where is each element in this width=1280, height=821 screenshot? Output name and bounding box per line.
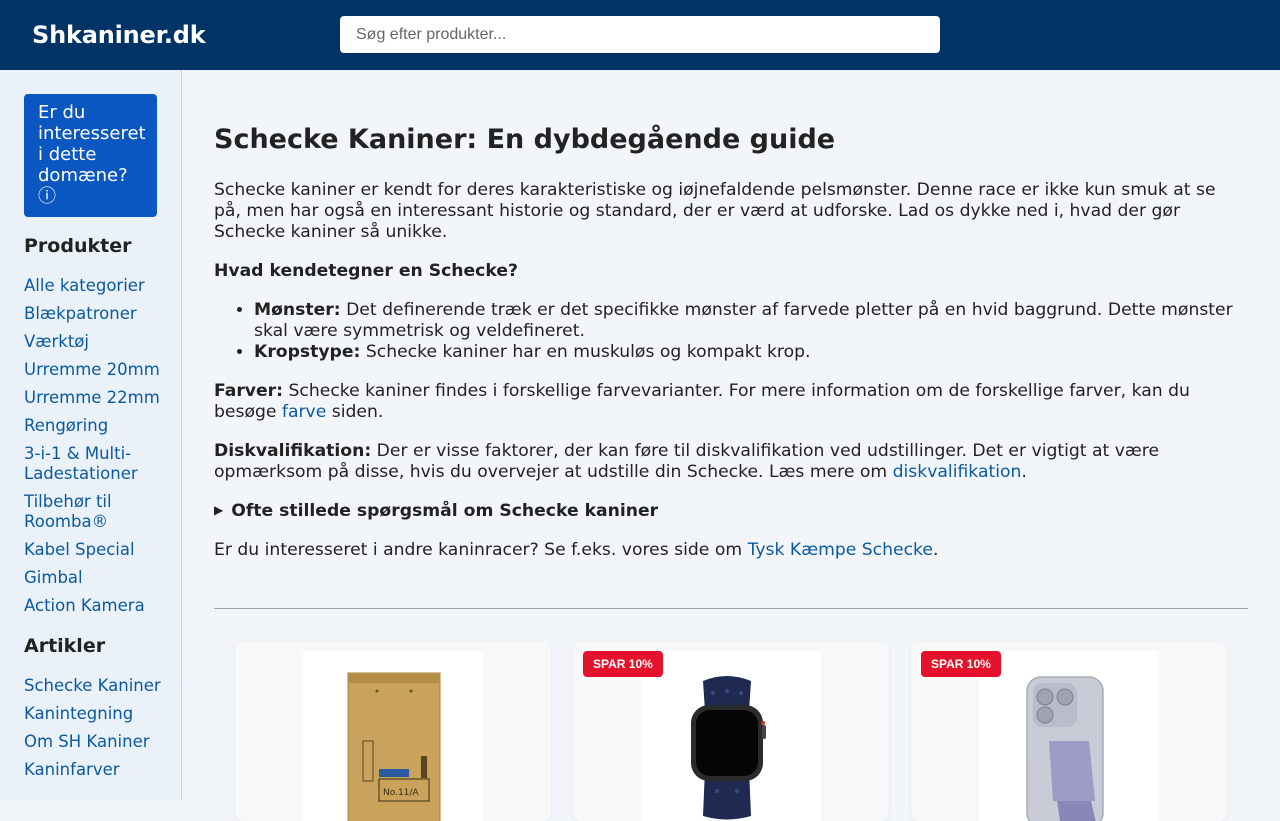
list-item: Mønster: Det definerende træk er det spe… (254, 300, 1244, 342)
farver-after: siden. (326, 402, 384, 422)
disk-label: Diskvalifikation: (214, 441, 372, 461)
bullet-label: Kropstype: (254, 342, 361, 362)
other-after: . (932, 540, 939, 560)
sidebar: Er du interesseret i dette domæne? ⓘ Pro… (0, 70, 182, 800)
articles-list: Schecke Kaniner Kanintegning Om SH Kanin… (24, 676, 164, 788)
discount-badge: SPAR 10% (921, 651, 1001, 677)
sidebar-item-urremme-20mm[interactable]: Urremme 20mm (24, 360, 164, 380)
sidebar-item-kanintegning[interactable]: Kanintegning (24, 704, 164, 724)
products-list: Alle kategorier Blækpatroner Værktøj Urr… (24, 276, 164, 624)
farver-label: Farver: (214, 381, 284, 401)
site-header: Shkaniner.dk (0, 0, 1280, 70)
phone-stand-image[interactable] (979, 651, 1159, 821)
section-heading: Hvad kendetegner en Schecke? (214, 261, 518, 281)
disk-after: . (1021, 462, 1027, 482)
product-card[interactable]: No.11/A (235, 641, 551, 821)
disclosure-triangle-icon: ▶ (214, 503, 224, 517)
farve-link[interactable]: farve (282, 402, 326, 422)
search-input[interactable] (340, 16, 940, 53)
svg-text:No.11/A: No.11/A (383, 788, 419, 798)
product-card[interactable]: SPAR 10% (911, 641, 1227, 821)
tysk-kaempe-link[interactable]: Tysk Kæmpe Schecke (748, 540, 933, 560)
farver-paragraph: Farver: Schecke kaniner findes i forskel… (214, 381, 1234, 423)
intro-paragraph: Schecke kaniner er kendt for deres karak… (214, 180, 1216, 242)
sidebar-item-vaerktoj[interactable]: Værktøj (24, 332, 164, 352)
sidebar-item-kabel-special[interactable]: Kabel Special (24, 540, 164, 560)
sidebar-item-roomba[interactable]: Tilbehør til Roomba® (24, 492, 164, 532)
sidebar-item-kaninfarver[interactable]: Kaninfarver (24, 760, 164, 780)
sidebar-item-gimbal[interactable]: Gimbal (24, 568, 164, 588)
sidebar-item-urremme-22mm[interactable]: Urremme 22mm (24, 388, 164, 408)
feature-list: Mønster: Det definerende træk er det spe… (254, 300, 1244, 363)
divider (214, 608, 1248, 609)
smartwatch-image[interactable] (641, 651, 821, 821)
other-text: Er du interesseret i andre kaninracer? S… (214, 540, 748, 560)
list-item: Kropstype: Schecke kaniner har en muskul… (254, 342, 1244, 363)
sidebar-item-blaekpatroner[interactable]: Blækpatroner (24, 304, 164, 324)
bullet-label: Mønster: (254, 300, 341, 320)
sidebar-item-alle-kategorier[interactable]: Alle kategorier (24, 276, 164, 296)
faq-toggle[interactable]: ▶ Ofte stillede spørgsmål om Schecke kani… (214, 501, 658, 523)
bullet-text: Det definerende træk er det specifikke m… (254, 300, 1233, 341)
sidebar-item-ladestationer[interactable]: 3-i-1 & Multi-Ladestationer (24, 444, 164, 484)
page-title: Schecke Kaniner: En dybdegående guide (214, 124, 836, 155)
sidebar-item-action-kamera[interactable]: Action Kamera (24, 596, 164, 616)
main-content: Schecke Kaniner: En dybdegående guide Sc… (214, 70, 1248, 821)
domain-interest-button[interactable]: Er du interesseret i dette domæne? ⓘ (24, 94, 157, 217)
products-heading: Produkter (24, 235, 132, 257)
site-logo[interactable]: Shkaniner.dk (32, 21, 206, 49)
other-breeds-paragraph: Er du interesseret i andre kaninracer? S… (214, 540, 938, 561)
sidebar-item-om-sh-kaniner[interactable]: Om SH Kaniner (24, 732, 164, 752)
diskvalifikation-paragraph: Diskvalifikation: Der er visse faktorer,… (214, 441, 1248, 483)
sidebar-item-rengoring[interactable]: Rengøring (24, 416, 164, 436)
bullet-text: Schecke kaniner har en muskuløs og kompa… (360, 342, 811, 362)
padded-envelope-image[interactable]: No.11/A (303, 651, 483, 821)
articles-heading: Artikler (24, 635, 106, 657)
sidebar-item-schecke-kaniner[interactable]: Schecke Kaniner (24, 676, 164, 696)
faq-summary: Ofte stillede spørgsmål om Schecke kanin… (231, 501, 659, 521)
product-card[interactable]: SPAR 10% (573, 641, 889, 821)
discount-badge: SPAR 10% (583, 651, 663, 677)
diskvalifikation-link[interactable]: diskvalifikation (893, 462, 1022, 482)
